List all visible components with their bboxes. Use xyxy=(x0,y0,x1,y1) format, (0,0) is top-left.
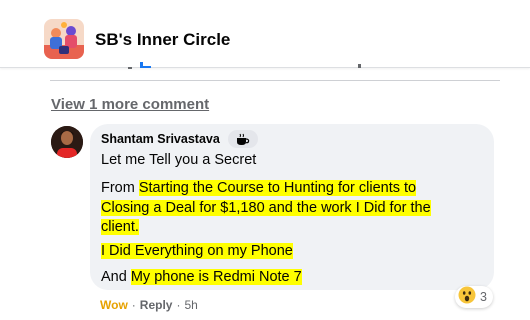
reply-button[interactable]: Reply xyxy=(140,298,173,312)
facebook-comment-page: SB's Inner Circle View 1 more comment Sh… xyxy=(0,0,530,320)
comment-text-line: client. xyxy=(101,218,139,236)
comment-text-line: And My phone is Redmi Note 7 xyxy=(101,268,302,286)
comment-timestamp[interactable]: 5h xyxy=(184,298,197,312)
highlighted-text: Starting the Course to Hunting for clien… xyxy=(138,180,417,196)
comment-actions: Wow · Reply · 5h xyxy=(100,298,198,312)
view-more-comments-link[interactable]: View 1 more comment xyxy=(51,96,209,113)
comment-text: From xyxy=(101,180,139,196)
highlighted-text: My phone is Redmi Note 7 xyxy=(130,269,302,285)
highlighted-text: client. xyxy=(101,219,139,235)
cut-off-toolbar-icons xyxy=(128,62,361,69)
separator: · xyxy=(176,298,181,312)
divider xyxy=(50,80,500,81)
separator: · xyxy=(131,298,136,312)
comment-author-name[interactable]: Shantam Srivastava xyxy=(101,132,220,146)
comment-author-row: Shantam Srivastava xyxy=(101,130,258,148)
group-illustration-icon[interactable] xyxy=(44,19,84,59)
comment-text-line: Let me Tell you a Secret xyxy=(101,152,257,168)
comment-text-line: From Starting the Course to Hunting for … xyxy=(101,179,417,197)
comment-text-line: Closing a Deal for $1,180 and the work I… xyxy=(101,199,431,217)
coffee-cup-icon[interactable] xyxy=(227,130,258,148)
group-name[interactable]: SB's Inner Circle xyxy=(95,30,230,50)
comment-text: And xyxy=(101,269,131,285)
highlighted-text: Closing a Deal for $1,180 and the work I… xyxy=(101,200,431,216)
wow-reaction-button[interactable]: Wow xyxy=(100,298,128,312)
avatar[interactable] xyxy=(51,126,83,158)
group-header: SB's Inner Circle xyxy=(0,0,530,69)
highlighted-text: I Did Everything on my Phone xyxy=(101,243,293,259)
comment-text-line: I Did Everything on my Phone xyxy=(101,242,293,260)
reaction-summary[interactable]: 3 xyxy=(455,286,493,308)
wow-emoji-icon xyxy=(458,286,476,309)
reaction-count: 3 xyxy=(480,290,487,304)
